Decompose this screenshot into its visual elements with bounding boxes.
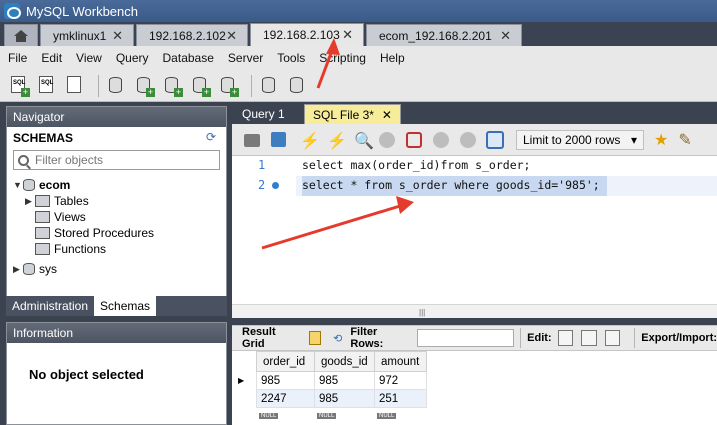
annotation-arrow-query — [261, 196, 414, 250]
annotation-arrows — [261, 38, 414, 250]
annotation-arrow-tab — [316, 38, 340, 89]
